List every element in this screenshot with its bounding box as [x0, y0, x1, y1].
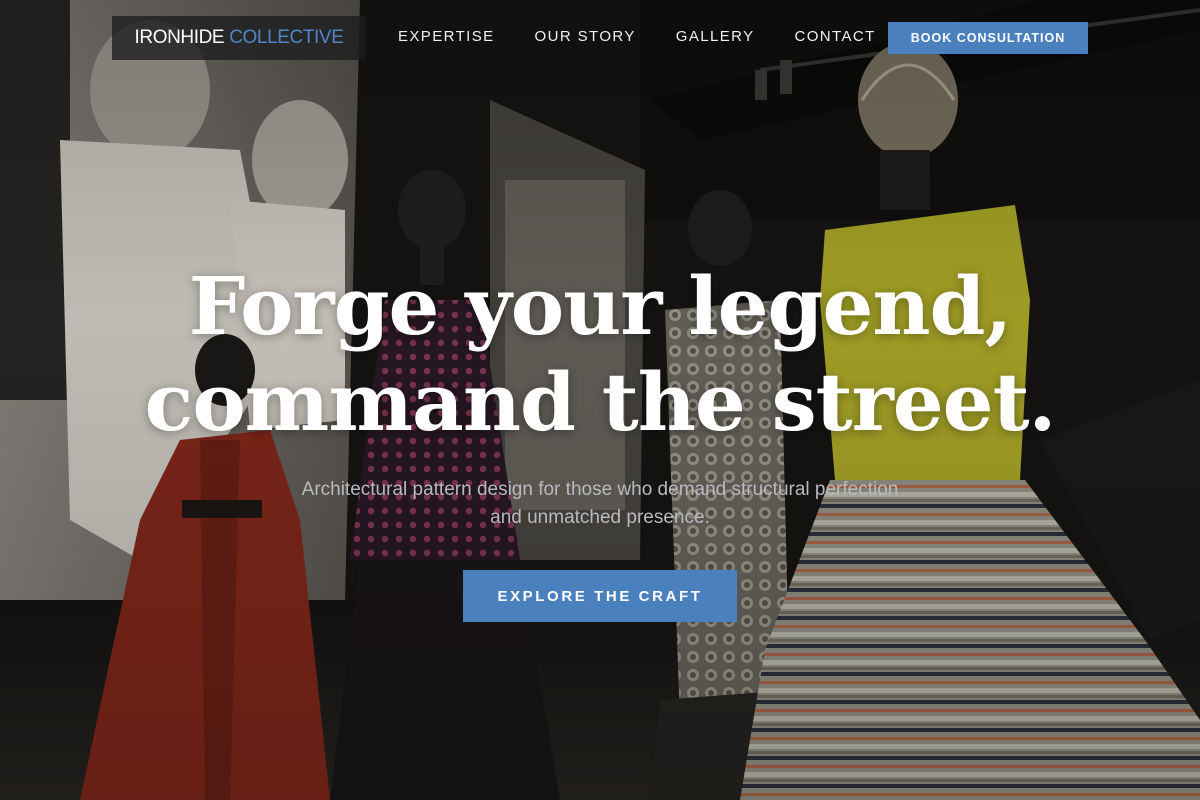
hero-section: IRONHIDE COLLECTIVE EXPERTISE OUR STORY G… [0, 0, 1200, 800]
brand-name-primary: IRONHIDE [134, 27, 225, 48]
nav-link-expertise[interactable]: EXPERTISE [398, 28, 495, 46]
hero-subtitle: Architectural pattern design for those w… [301, 479, 899, 528]
hero-headline: Forge your legend, command the street. [0, 258, 1200, 450]
explore-craft-button[interactable]: EXPLORE THE CRAFT [463, 570, 737, 622]
nav-link-contact[interactable]: CONTACT [795, 28, 876, 46]
headline-line-2: command the street. [144, 355, 1057, 449]
book-consultation-button[interactable]: BOOK CONSULTATION [888, 22, 1088, 54]
headline-line-1: Forge your legend, [188, 259, 1013, 353]
nav-link-our-story[interactable]: OUR STORY [535, 28, 636, 46]
brand-name-accent: COLLECTIVE [229, 27, 344, 48]
brand-logo[interactable]: IRONHIDE COLLECTIVE [112, 16, 366, 60]
navbar: IRONHIDE COLLECTIVE EXPERTISE OUR STORY G… [0, 0, 1200, 76]
main-nav: EXPERTISE OUR STORY GALLERY CONTACT [398, 28, 876, 46]
nav-link-gallery[interactable]: GALLERY [676, 28, 755, 46]
